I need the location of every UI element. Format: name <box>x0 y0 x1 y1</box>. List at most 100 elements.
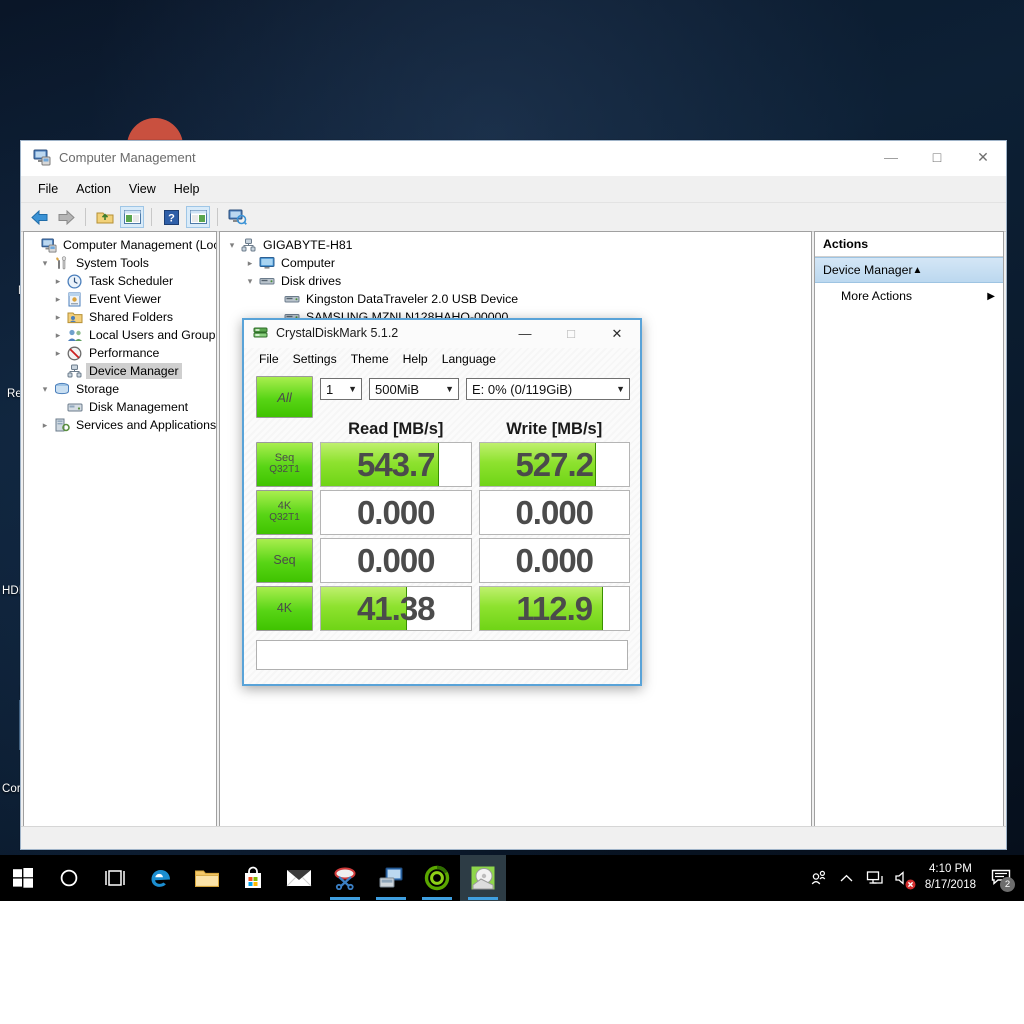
tree-expander[interactable]: ▸ <box>37 420 53 431</box>
notification-count-badge: 2 <box>1000 877 1015 892</box>
tree-expander[interactable]: ▸ <box>50 348 66 359</box>
desktop-icon-label[interactable]: Cor <box>2 783 21 795</box>
tree-item-services-and-applications[interactable]: ▸ Services and Applications <box>24 416 216 434</box>
chevron-down-icon[interactable]: ▼ <box>439 384 454 394</box>
tree-item-disk-management[interactable]: Disk Management <box>24 398 216 416</box>
chevron-down-icon[interactable]: ▼ <box>610 384 625 394</box>
cm-close-button[interactable]: ✕ <box>960 141 1006 173</box>
menu-item-view[interactable]: View <box>120 179 165 199</box>
tree-item-storage[interactable]: ▾ Storage <box>24 380 216 398</box>
test-size-dropdown[interactable]: 500MiB ▼ <box>369 378 459 400</box>
run-seq-q32t1-button[interactable]: Seq Q32T1 <box>256 442 313 487</box>
tree-expander[interactable]: ▾ <box>37 258 53 269</box>
green-swirl-app-icon[interactable] <box>414 855 460 901</box>
device-node-disk-drives[interactable]: ▾ Disk drives <box>220 272 811 290</box>
up-folder-icon[interactable] <box>93 206 117 228</box>
back-arrow-icon[interactable] <box>27 206 51 228</box>
chevron-up-icon[interactable] <box>833 855 861 901</box>
computer-management-titlebar[interactable]: Computer Management — □ ✕ <box>21 141 1006 176</box>
performance-icon <box>66 345 83 361</box>
chevron-up-icon[interactable]: ▲ <box>913 265 923 276</box>
show-action-pane-icon[interactable] <box>186 206 210 228</box>
tree-item-label: Disk Management <box>86 399 191 415</box>
tree-item-local-users-and-groups[interactable]: ▸ Local Users and Groups <box>24 326 216 344</box>
services-icon <box>53 417 70 433</box>
run-all-button[interactable]: All <box>256 376 313 418</box>
action-center-icon[interactable]: 2 <box>984 855 1018 901</box>
cm-minimize-button[interactable]: — <box>868 141 914 173</box>
forward-arrow-icon[interactable] <box>54 206 78 228</box>
people-icon[interactable] <box>805 855 833 901</box>
crystaldiskmark-controls: All 1 ▼ 500MiB ▼ E: 0% (0/119GiB) ▼ <box>244 370 640 418</box>
running-indicator <box>468 897 498 900</box>
refresh-view-icon[interactable] <box>225 206 249 228</box>
microsoft-store-icon[interactable] <box>230 855 276 901</box>
tree-item-label: Performance <box>86 345 162 361</box>
mail-icon[interactable] <box>276 855 322 901</box>
cdm-menu-settings[interactable]: Settings <box>286 350 344 368</box>
device-node-kingston[interactable]: Kingston DataTraveler 2.0 USB Device <box>220 290 811 308</box>
tree-item-device-manager[interactable]: Device Manager <box>24 362 216 380</box>
file-explorer-icon[interactable] <box>184 855 230 901</box>
crystaldiskmark-window: CrystalDiskMark 5.1.2 — □ ✕ File Setting… <box>242 318 642 686</box>
tree-item-performance[interactable]: ▸ Performance <box>24 344 216 362</box>
network-icon[interactable] <box>861 855 889 901</box>
snipping-tool-icon[interactable] <box>322 855 368 901</box>
crystaldiskmark-titlebar[interactable]: CrystalDiskMark 5.1.2 — □ ✕ <box>244 320 640 348</box>
edge-browser-icon[interactable] <box>138 855 184 901</box>
tree-item-task-scheduler[interactable]: ▸ Task Scheduler <box>24 272 216 290</box>
menu-item-file[interactable]: File <box>29 179 67 199</box>
tree-expander[interactable]: ▾ <box>37 384 53 395</box>
windows-start-icon[interactable] <box>0 855 46 901</box>
device-node-gigabyte-h81[interactable]: ▾ GIGABYTE-H81 <box>220 236 811 254</box>
tree-item-system-tools[interactable]: ▾ System Tools <box>24 254 216 272</box>
chevron-right-icon[interactable]: ▶ <box>987 291 995 302</box>
tree-item-shared-folders[interactable]: ▸ Shared Folders <box>24 308 216 326</box>
actions-item-more-actions[interactable]: More Actions ▶ <box>815 283 1003 309</box>
device-node-computer[interactable]: ▸ Computer <box>220 254 811 272</box>
chevron-down-icon[interactable]: ▼ <box>342 384 357 394</box>
computer-node-icon <box>240 237 257 253</box>
run-seq-button[interactable]: Seq <box>256 538 313 583</box>
running-indicator <box>422 897 452 900</box>
computer-management-taskbar-icon[interactable] <box>368 855 414 901</box>
cm-maximize-button[interactable]: □ <box>914 141 960 173</box>
cdm-menu-theme[interactable]: Theme <box>344 350 396 368</box>
tree-item-computer-management[interactable]: Computer Management (Local <box>24 236 216 254</box>
seq-q32t1-write-value: 527.2 <box>480 443 630 486</box>
tree-expander[interactable]: ▾ <box>224 240 240 251</box>
tree-item-label: Device Manager <box>86 363 182 379</box>
run-count-dropdown[interactable]: 1 ▼ <box>320 378 362 400</box>
run-4k-button[interactable]: 4K <box>256 586 313 631</box>
cdm-menu-help[interactable]: Help <box>396 350 435 368</box>
tree-expander[interactable]: ▾ <box>242 276 258 287</box>
tree-expander[interactable]: ▸ <box>242 258 258 269</box>
tree-item-label: Storage <box>73 381 122 397</box>
help-icon[interactable]: ? <box>159 206 183 228</box>
menu-item-help[interactable]: Help <box>165 179 209 199</box>
device-manager-icon <box>66 363 83 379</box>
cdm-menu-file[interactable]: File <box>252 350 286 368</box>
taskbar-clock[interactable]: 4:10 PM 8/17/2018 <box>917 862 984 893</box>
show-hide-tree-icon[interactable] <box>120 206 144 228</box>
tree-item-event-viewer[interactable]: ▸ Event Viewer <box>24 290 216 308</box>
cdm-menu-language[interactable]: Language <box>435 350 503 368</box>
tree-expander[interactable]: ▸ <box>50 330 66 341</box>
task-view-icon[interactable] <box>92 855 138 901</box>
tree-expander[interactable]: ▸ <box>50 312 66 323</box>
cdm-close-button[interactable]: ✕ <box>594 320 640 347</box>
menu-item-action[interactable]: Action <box>67 179 120 199</box>
volume-muted-icon[interactable] <box>889 855 917 901</box>
cdm-maximize-button[interactable]: □ <box>548 320 594 347</box>
event-viewer-icon <box>66 291 83 307</box>
crystaldiskmark-taskbar-icon[interactable] <box>460 855 506 901</box>
computer-management-icon <box>33 149 51 166</box>
run-4k-q32t1-button[interactable]: 4K Q32T1 <box>256 490 313 535</box>
tree-expander[interactable]: ▸ <box>50 294 66 305</box>
cortana-search-icon[interactable] <box>46 855 92 901</box>
cdm-minimize-button[interactable]: — <box>502 320 548 347</box>
target-drive-dropdown[interactable]: E: 0% (0/119GiB) ▼ <box>466 378 630 400</box>
tree-expander[interactable]: ▸ <box>50 276 66 287</box>
disk-drive-icon <box>258 273 275 289</box>
actions-group-device-manager[interactable]: Device Manager ▲ <box>815 257 1003 283</box>
